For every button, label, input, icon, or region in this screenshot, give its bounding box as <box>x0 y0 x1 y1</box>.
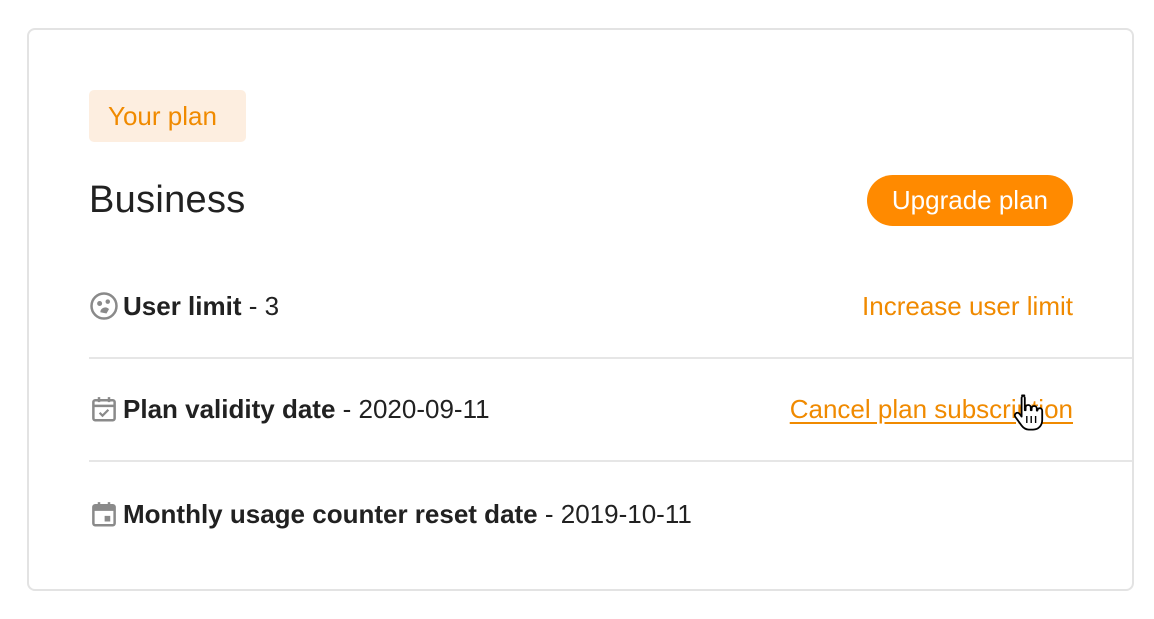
upgrade-plan-button[interactable]: Upgrade plan <box>866 175 1073 226</box>
user-limit-label: User limit <box>123 290 242 321</box>
plan-card: Your plan Business Upgrade plan User lim… <box>27 28 1134 591</box>
usage-reset-value: 2019-10-11 <box>560 498 692 529</box>
user-limit-row: User limit - 3 Increase user limit <box>89 255 1132 359</box>
plan-validity-value: 2020-09-11 <box>358 393 490 424</box>
user-limit-value: 3 <box>264 290 280 321</box>
plan-validity-label: Plan validity date <box>123 393 336 424</box>
plan-validity-text: Plan validity date - 2020-09-11 <box>123 394 490 425</box>
hand-pointer-cursor-icon <box>1010 393 1046 438</box>
usage-reset-separator: - <box>537 498 561 529</box>
plan-name: Business <box>89 179 246 221</box>
user-limit-separator: - <box>241 290 265 321</box>
usage-reset-text: Monthly usage counter reset date - 2019-… <box>123 499 692 530</box>
increase-user-limit-link[interactable]: Increase user limit <box>862 291 1073 322</box>
calendar-check-icon <box>89 392 123 426</box>
usage-reset-row: Monthly usage counter reset date - 2019-… <box>89 462 1132 566</box>
plan-validity-row: Plan validity date - 2020-09-11 Cancel p… <box>89 358 1132 462</box>
plan-validity-separator: - <box>335 393 359 424</box>
usage-reset-label: Monthly usage counter reset date <box>123 498 538 529</box>
user-limit-text: User limit - 3 <box>123 291 279 322</box>
calendar-icon <box>89 497 123 531</box>
your-plan-badge: Your plan <box>89 90 246 142</box>
user-face-icon <box>89 289 123 323</box>
